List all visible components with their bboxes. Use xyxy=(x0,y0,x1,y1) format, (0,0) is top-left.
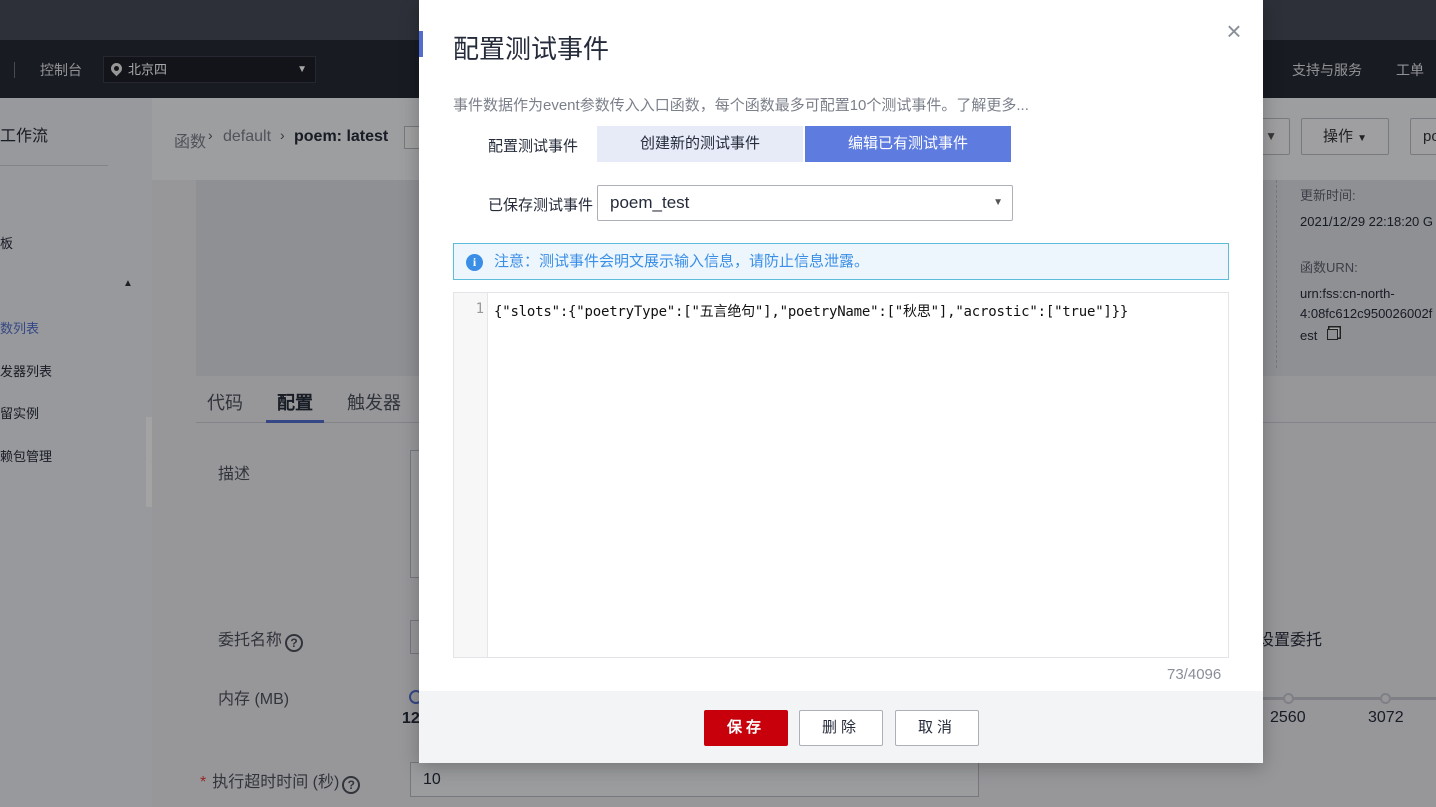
event-mode-toggle: 创建新的测试事件 编辑已有测试事件 xyxy=(597,126,1011,162)
chevron-down-icon: ▼ xyxy=(993,197,1003,208)
event-json-editor[interactable]: 1 {"slots":{"poetryType":["五言绝句"],"poetr… xyxy=(453,292,1229,658)
title-accent-bar xyxy=(419,31,423,57)
dialog-title: 配置测试事件 xyxy=(453,34,610,64)
editor-gutter: 1 xyxy=(454,293,488,657)
cancel-button[interactable]: 取消 xyxy=(895,710,979,746)
line-number: 1 xyxy=(475,301,484,317)
close-icon[interactable]: × xyxy=(1222,18,1246,44)
create-new-event-option[interactable]: 创建新的测试事件 xyxy=(597,126,803,162)
save-button[interactable]: 保存 xyxy=(704,710,788,746)
char-counter: 73/4096 xyxy=(1167,666,1222,683)
saved-event-value: poem_test xyxy=(610,193,690,212)
notice-text: 注意：测试事件会明文展示输入信息，请防止信息泄露。 xyxy=(494,253,870,270)
saved-event-label: 已保存测试事件 xyxy=(488,197,594,214)
dialog-description: 事件数据作为event参数传入入口函数，每个函数最多可配置10个测试事件。了解更… xyxy=(453,97,1029,114)
security-notice: i 注意：测试事件会明文展示输入信息，请防止信息泄露。 xyxy=(453,243,1229,280)
editor-code-line[interactable]: {"slots":{"poetryType":["五言绝句"],"poetryN… xyxy=(494,301,1128,321)
delete-button[interactable]: 删除 xyxy=(799,710,883,746)
info-icon: i xyxy=(466,254,483,271)
saved-event-select[interactable]: poem_test ▼ xyxy=(597,185,1013,221)
dialog-footer: 保存 删除 取消 xyxy=(419,691,1263,763)
config-event-label: 配置测试事件 xyxy=(488,138,579,155)
edit-existing-event-option[interactable]: 编辑已有测试事件 xyxy=(805,126,1011,162)
configure-test-event-dialog: 配置测试事件 × 事件数据作为event参数传入入口函数，每个函数最多可配置10… xyxy=(419,0,1263,763)
